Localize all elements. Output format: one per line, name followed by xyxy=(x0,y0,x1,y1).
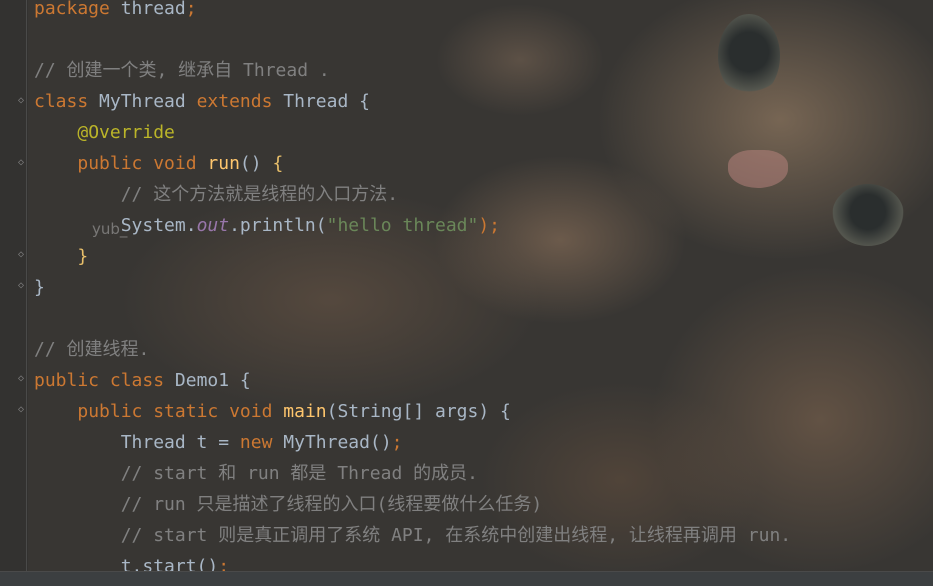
fold-marker-icon[interactable]: ◇ xyxy=(18,96,27,106)
code-token: // run 只是描述了线程的入口(线程要做什么任务) xyxy=(120,494,543,515)
code-token: main xyxy=(283,401,327,422)
fold-marker-icon[interactable]: ◇ xyxy=(18,250,27,260)
fold-marker-icon[interactable]: ◇ xyxy=(18,281,27,291)
code-token: new xyxy=(239,432,284,453)
code-token: void xyxy=(229,401,284,422)
code-token: System. xyxy=(120,215,197,236)
fold-marker-icon[interactable]: ◇ xyxy=(18,405,27,415)
code-token: thread xyxy=(120,0,186,19)
code-token: Thread t = xyxy=(120,432,240,453)
code-token: } xyxy=(34,277,45,298)
code-token: "hello thread" xyxy=(326,215,479,236)
code-token: Demo1 xyxy=(174,370,240,391)
code-token: (String[] args) { xyxy=(326,401,511,422)
code-token: Thread xyxy=(283,91,360,112)
code-token: package xyxy=(34,0,121,19)
code-token: // 创建一个类, 继承自 Thread . xyxy=(34,60,330,81)
code-line[interactable]: // run 只是描述了线程的入口(线程要做什么任务) xyxy=(34,489,543,520)
fold-marker-icon[interactable]: ◇ xyxy=(18,158,27,168)
code-token: ; xyxy=(185,0,197,19)
code-line[interactable]: public class Demo1 { xyxy=(34,365,251,396)
code-line[interactable]: public void run() { xyxy=(34,148,283,179)
code-token: { xyxy=(239,370,251,391)
code-token: { xyxy=(272,153,284,174)
code-line[interactable]: // start 和 run 都是 Thread 的成员. xyxy=(34,458,478,489)
code-line[interactable]: @Override xyxy=(34,117,175,148)
code-line[interactable]: class MyThread extends Thread { xyxy=(34,86,370,117)
code-token: public xyxy=(34,370,110,391)
editor-bottom-bar xyxy=(0,571,933,586)
code-token: public xyxy=(77,401,154,422)
code-token: // 这个方法就是线程的入口方法. xyxy=(120,184,399,205)
code-token: void xyxy=(153,153,208,174)
code-line[interactable]: package thread; xyxy=(34,0,197,24)
watermark-text: yub_ xyxy=(92,220,128,238)
code-line[interactable]: public static void main(String[] args) { xyxy=(34,396,511,427)
code-token: extends xyxy=(196,91,284,112)
code-token: run xyxy=(207,153,240,174)
code-line[interactable]: // 创建线程. xyxy=(34,334,149,365)
code-line[interactable]: Thread t = new MyThread(); xyxy=(34,427,403,458)
code-editor[interactable]: package thread; // 创建一个类, 继承自 Thread . cla… xyxy=(34,0,933,577)
code-token: // 创建线程. xyxy=(34,339,150,360)
editor-gutter[interactable]: ◇ ◇ ◇ ◇ ◇ ◇ xyxy=(0,0,28,586)
code-line[interactable]: // 创建一个类, 继承自 Thread . xyxy=(34,55,330,86)
code-token: // start 则是真正调用了系统 API, 在系统中创建出线程, 让线程再调… xyxy=(120,525,792,546)
code-token: ); xyxy=(478,215,501,236)
code-token: @Override xyxy=(77,122,175,143)
code-token: MyThread xyxy=(99,91,197,112)
code-line[interactable]: } xyxy=(34,241,88,272)
code-line[interactable]: } xyxy=(34,272,45,303)
code-token: } xyxy=(77,246,89,267)
code-token: class xyxy=(34,91,100,112)
code-token: () xyxy=(239,153,273,174)
fold-marker-icon[interactable]: ◇ xyxy=(18,374,27,384)
code-token: MyThread() xyxy=(283,432,392,453)
code-token: out xyxy=(196,215,230,236)
code-line[interactable]: // 这个方法就是线程的入口方法. xyxy=(34,179,398,210)
code-token: public xyxy=(77,153,154,174)
code-line[interactable]: // start 则是真正调用了系统 API, 在系统中创建出线程, 让线程再调… xyxy=(34,520,791,551)
code-token: ; xyxy=(391,432,403,453)
code-token: // start 和 run 都是 Thread 的成员. xyxy=(120,463,478,484)
code-token: { xyxy=(359,91,370,112)
code-token: static xyxy=(153,401,230,422)
code-token: class xyxy=(109,370,175,391)
code-token: .println( xyxy=(229,215,327,236)
